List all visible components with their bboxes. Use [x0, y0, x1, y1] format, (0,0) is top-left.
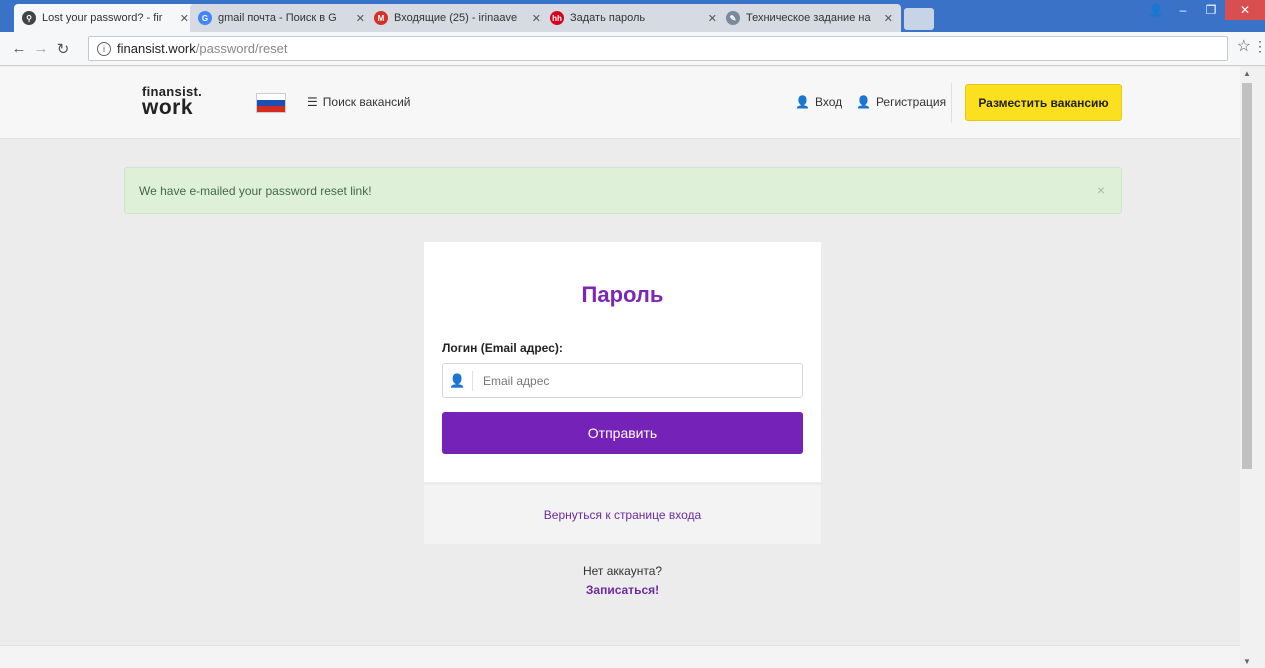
scroll-down-icon[interactable]: ▼ [1240, 657, 1254, 666]
close-window-icon[interactable]: ✕ [1225, 0, 1265, 20]
search-jobs-label: Поиск вакансий [322, 95, 411, 109]
page-title: Пароль [581, 282, 664, 307]
success-alert: We have e-mailed your password reset lin… [124, 167, 1122, 214]
tab-title: Lost your password? - fir [42, 12, 163, 24]
back-arrow-icon[interactable]: ← [8, 40, 30, 57]
signup-link[interactable]: Записаться! [424, 583, 821, 597]
list-icon: ☰ [307, 95, 318, 109]
bookmark-star-icon[interactable]: ☆ [1237, 36, 1251, 56]
header-divider [951, 83, 952, 123]
email-field-wrapper: 👤 [442, 363, 803, 398]
reload-icon[interactable]: ↻ [52, 40, 74, 58]
gmail-favicon-icon: M [374, 11, 388, 25]
scrollbar-thumb[interactable] [1242, 83, 1252, 469]
minimize-icon[interactable]: – [1169, 0, 1197, 20]
url-path: /password/reset [195, 41, 288, 56]
close-tab-icon[interactable]: ✕ [356, 12, 365, 25]
search-jobs-link[interactable]: ☰ Поиск вакансий [307, 95, 411, 109]
login-link[interactable]: 👤 Вход [795, 95, 842, 109]
page-footer [0, 645, 1240, 668]
register-label: Регистрация [875, 95, 947, 109]
email-input[interactable] [473, 365, 802, 396]
hh-favicon-icon: hh [550, 11, 564, 25]
language-flag-icon[interactable] [256, 93, 286, 113]
close-tab-icon[interactable]: ✕ [532, 12, 541, 25]
search-favicon-icon: ⚲ [22, 11, 36, 25]
doc-favicon-icon: ✎ [726, 11, 740, 25]
close-tab-icon[interactable]: ✕ [884, 12, 893, 25]
browser-tab[interactable]: hh Задать пароль ✕ [542, 4, 725, 32]
url-host: finansist.work [117, 41, 196, 56]
new-tab-button[interactable] [904, 8, 934, 30]
alert-message: We have e-mailed your password reset lin… [139, 183, 372, 198]
flag-stripe-red [257, 105, 285, 112]
profile-icon[interactable]: 👤 [1143, 0, 1169, 20]
address-bar[interactable]: i finansist.work/password/reset [88, 36, 1228, 61]
site-header: finansist. work ☰ Поиск вакансий 👤 Вход … [0, 67, 1240, 139]
close-alert-icon[interactable]: × [1097, 182, 1105, 198]
post-vacancy-button[interactable]: Разместить вакансию [965, 84, 1122, 121]
tab-title: Входящие (25) - irinaave [394, 12, 518, 24]
page-viewport: finansist. work ☰ Поиск вакансий 👤 Вход … [0, 67, 1240, 668]
user-icon: 👤 [795, 95, 810, 109]
tab-title: gmail почта - Поиск в G [218, 12, 337, 24]
forward-arrow-icon[interactable]: → [30, 40, 52, 57]
restore-icon[interactable]: ❐ [1197, 0, 1225, 20]
login-label: Вход [814, 95, 843, 109]
site-info-icon[interactable]: i [97, 41, 111, 56]
browser-menu-icon[interactable]: ⋮ [1253, 38, 1265, 55]
browser-tab[interactable]: G gmail почта - Поиск в G ✕ [190, 4, 373, 32]
tab-title: Техническое задание на [746, 12, 871, 24]
add-user-icon: 👤 [856, 95, 871, 109]
logo-line2: work [142, 96, 194, 119]
scroll-up-icon[interactable]: ▲ [1240, 69, 1254, 78]
google-favicon-icon: G [198, 11, 212, 25]
tab-title: Задать пароль [570, 12, 646, 24]
submit-button[interactable]: Отправить [442, 412, 803, 454]
window-controls: 👤 – ❐ ✕ [1143, 0, 1265, 22]
browser-toolbar: ← → ↻ i finansist.work/password/reset ☆ … [0, 32, 1265, 66]
close-tab-icon[interactable]: ✕ [180, 12, 189, 25]
no-account-text: Нет аккаунта? [582, 564, 663, 578]
password-reset-card: Пароль Логин (Email адрес): 👤 Отправить [424, 242, 821, 482]
back-to-login-link[interactable]: Вернуться к странице входа [544, 508, 701, 522]
back-to-login-panel: Вернуться к странице входа [424, 485, 821, 544]
browser-tab[interactable]: M Входящие (25) - irinaave ✕ [366, 4, 549, 32]
browser-tab[interactable]: ✎ Техническое задание на ✕ [718, 4, 901, 32]
email-label: Логин (Email адрес): [442, 341, 563, 355]
register-link[interactable]: 👤 Регистрация [856, 95, 946, 109]
close-tab-icon[interactable]: ✕ [708, 12, 717, 25]
site-logo[interactable]: finansist. work [142, 85, 202, 118]
browser-tab-active[interactable]: ⚲ Lost your password? - fir ✕ [14, 4, 197, 32]
browser-tab-strip: ⚲ Lost your password? - fir ✕ G gmail по… [0, 0, 1265, 32]
page-scrollbar[interactable]: ▲ ▼ [1240, 67, 1265, 668]
user-icon: 👤 [443, 370, 473, 391]
